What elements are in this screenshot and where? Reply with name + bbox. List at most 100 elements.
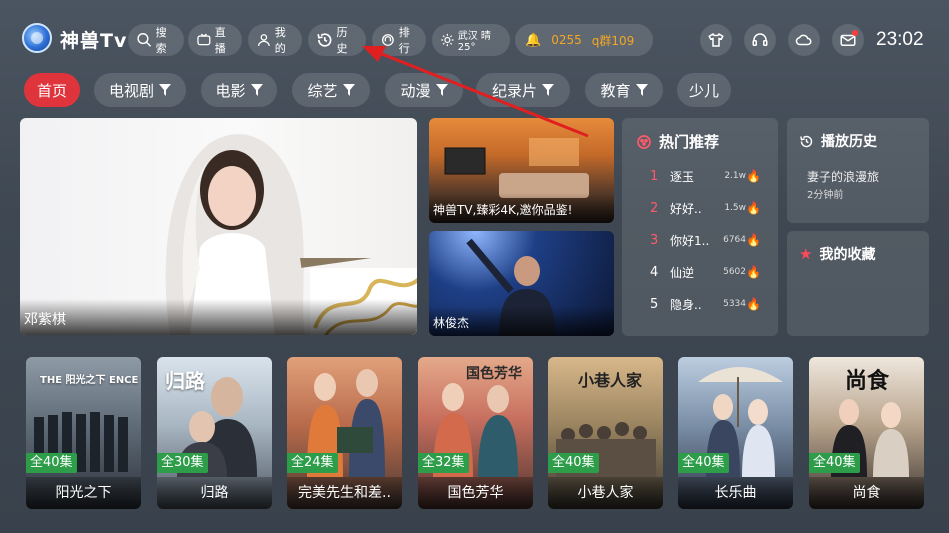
hot-rank: 3 — [650, 232, 659, 248]
poster-title: 完美先生和差.. — [287, 477, 402, 509]
tab-movies[interactable]: 电影 — [201, 73, 277, 107]
poster-card[interactable]: 全40集 长乐曲 — [678, 357, 793, 509]
hot-count: 2.1w — [724, 171, 746, 181]
nav-history-label: 历史 — [336, 26, 348, 55]
nav-history-button[interactable]: 历史 — [308, 24, 366, 56]
concert-caption: 林俊杰 — [429, 306, 614, 336]
nav-live-button[interactable]: 直播 — [188, 24, 242, 56]
hot-item[interactable]: 3 你好1.. 6764 🔥 — [636, 230, 766, 250]
cloud-button[interactable] — [788, 24, 820, 56]
poster-card[interactable]: 归路 全30集 归路 — [157, 357, 272, 509]
hot-count: 1.5w — [724, 203, 746, 213]
hot-name: 好好.. — [670, 201, 702, 216]
cloud-icon — [795, 34, 812, 46]
announcement-ticker[interactable]: 🔔 0255 q群109 — [515, 24, 653, 56]
ticker-right-text: q群109 — [591, 33, 635, 48]
filter-icon — [250, 84, 263, 96]
play-history-title: 播放历史 — [799, 131, 877, 151]
hot-recommend-panel: 热门推荐 1 逐玉 2.1w 🔥 2 好好.. 1.5w 🔥 3 你好1.. 6… — [622, 118, 778, 336]
hot-item[interactable]: 4 仙逆 5602 🔥 — [636, 262, 766, 282]
tab-documentary[interactable]: 纪录片 — [476, 73, 570, 107]
tab-anime[interactable]: 动漫 — [385, 73, 463, 107]
poster-art-text: 归路 — [165, 369, 205, 393]
nav-search-label: 搜索 — [155, 26, 167, 55]
favorites-title-text: 我的收藏 — [819, 247, 876, 263]
nav-mine-label: 我的 — [274, 26, 286, 55]
episode-badge: 全40集 — [548, 453, 599, 473]
hot-name: 仙逆 — [670, 265, 695, 280]
support-button[interactable] — [744, 24, 776, 56]
concert-thumbnail[interactable]: 林俊杰 — [429, 231, 614, 336]
poster-title: 长乐曲 — [678, 477, 793, 509]
tab-label: 电影 — [215, 81, 246, 100]
weather-widget[interactable]: 武汉 晴 25° — [432, 24, 510, 56]
poster-title: 尚食 — [809, 477, 924, 509]
poster-art-text: 尚食 — [845, 369, 890, 394]
episode-badge: 全40集 — [26, 453, 77, 473]
episode-badge: 全32集 — [418, 453, 469, 473]
nav-mine-button[interactable]: 我的 — [248, 24, 302, 56]
hot-rank: 1 — [650, 168, 659, 184]
hot-name: 你好1.. — [670, 233, 710, 248]
hot-count: 5334 — [723, 299, 746, 309]
hot-item[interactable]: 5 隐身.. 5334 🔥 — [636, 294, 766, 314]
history-icon — [800, 135, 813, 147]
poster-card[interactable]: 小巷人家 全40集 小巷人家 — [548, 357, 663, 509]
fire-icon: 🔥 — [746, 169, 761, 183]
episode-badge: 全40集 — [678, 453, 729, 473]
hot-item[interactable]: 2 好好.. 1.5w 🔥 — [636, 198, 766, 218]
clock: 23:02 — [876, 29, 924, 50]
hot-name: 逐玉 — [670, 169, 695, 184]
tab-label: 纪录片 — [491, 81, 537, 100]
search-icon — [137, 33, 152, 47]
sun-icon — [441, 33, 454, 47]
favorites-title: ★ 我的收藏 — [799, 244, 875, 264]
poster-card[interactable]: 国色芳华 全32集 国色芳华 — [418, 357, 533, 509]
poster-title: 阳光之下 — [26, 477, 141, 509]
filter-icon — [159, 84, 171, 96]
user-icon — [257, 34, 270, 46]
app-brand: 神兽Tv — [60, 30, 128, 52]
tab-variety[interactable]: 综艺 — [292, 73, 370, 107]
nav-search-button[interactable]: 搜索 — [128, 24, 184, 56]
filter-icon — [542, 84, 554, 96]
tab-kids[interactable]: 少儿 — [677, 73, 731, 107]
hot-count: 6764 — [723, 235, 746, 245]
hero-caption: 邓紫棋 — [20, 299, 417, 335]
hot-rank: 5 — [650, 296, 659, 312]
hero-banner[interactable]: 邓紫棋 — [20, 118, 417, 335]
ticker-left-text: 0255 — [551, 33, 582, 47]
hot-item[interactable]: 1 逐玉 2.1w 🔥 — [636, 166, 766, 186]
skin-button[interactable] — [700, 24, 732, 56]
play-history-panel[interactable]: 播放历史 妻子的浪漫旅 2分钟前 — [787, 118, 929, 223]
poster-card[interactable]: 尚食 全40集 尚食 — [809, 357, 924, 509]
filter-icon — [342, 84, 355, 96]
tab-label: 少儿 — [688, 81, 719, 100]
history-item-title[interactable]: 妻子的浪漫旅 — [807, 168, 879, 185]
tab-label: 电视剧 — [108, 81, 154, 100]
fire-icon: 🔥 — [746, 201, 761, 215]
nav-ranking-button[interactable]: 排行 — [372, 24, 426, 56]
tab-label: 教育 — [600, 81, 631, 100]
star-icon: ★ — [799, 245, 813, 263]
play-history-title-text: 播放历史 — [821, 134, 877, 150]
headset-icon — [752, 33, 768, 46]
hot-recommend-title: 热门推荐 — [636, 131, 719, 152]
poster-card[interactable]: THE 阳光之下 ENCE 全40集 阳光之下 — [26, 357, 141, 509]
tv-icon — [197, 33, 211, 46]
notification-dot — [852, 30, 858, 36]
message-button[interactable] — [832, 24, 864, 56]
tab-home[interactable]: 首页 — [24, 73, 80, 107]
tab-tv-series[interactable]: 电视剧 — [94, 73, 186, 107]
poster-title: 归路 — [157, 477, 272, 509]
fire-icon: 🔥 — [746, 265, 761, 279]
tab-label: 首页 — [36, 81, 67, 100]
favorites-panel[interactable]: ★ 我的收藏 — [787, 231, 929, 336]
promo-thumbnail[interactable]: 神兽TV,臻彩4K,邀你品鉴! — [429, 118, 614, 223]
filter-icon — [435, 84, 448, 96]
poster-art-text: THE 阳光之下 ENCE — [40, 375, 139, 386]
poster-card[interactable]: 全24集 完美先生和差.. — [287, 357, 402, 509]
tab-education[interactable]: 教育 — [585, 73, 663, 107]
episode-badge: 全30集 — [157, 453, 208, 473]
episode-badge: 全40集 — [809, 453, 860, 473]
